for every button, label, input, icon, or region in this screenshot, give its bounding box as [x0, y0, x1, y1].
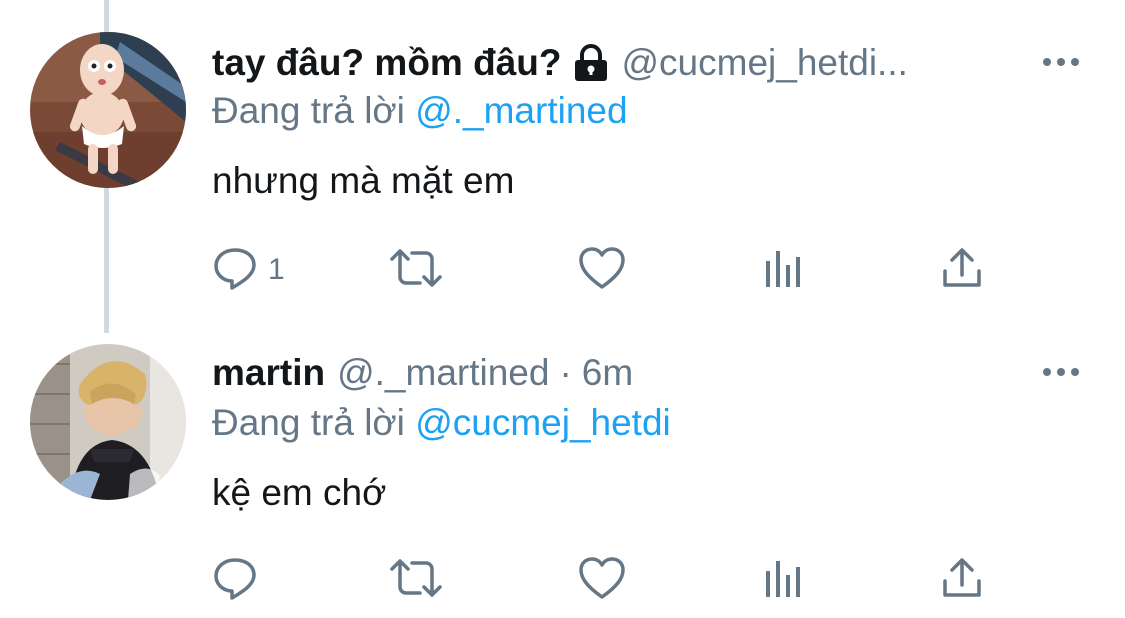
- handle[interactable]: @cucmej_hetdi...: [621, 40, 907, 86]
- retweet-button[interactable]: [388, 246, 444, 294]
- more-options-icon[interactable]: [1041, 52, 1081, 72]
- reply-icon: [212, 245, 258, 296]
- heart-icon: [578, 245, 626, 296]
- analytics-button[interactable]: [762, 556, 806, 604]
- retweet-icon: [388, 555, 444, 606]
- reply-count: 1: [268, 253, 285, 286]
- tweet[interactable]: martin @._martined · 6m Đang trả lời @cu…: [0, 320, 1125, 618]
- replying-to-link[interactable]: @._martined: [415, 90, 627, 131]
- display-name[interactable]: martin: [212, 350, 325, 396]
- heart-icon: [578, 555, 626, 606]
- tweet[interactable]: tay đâu? mồm đâu? @cucmej_hetdi... Đang …: [0, 0, 1125, 320]
- reply-icon: [212, 555, 258, 606]
- lock-icon: [571, 44, 611, 82]
- tweet-actions: [212, 556, 1025, 604]
- reply-button[interactable]: 1: [212, 246, 285, 294]
- tweet-text: nhưng mà mặt em: [212, 160, 515, 201]
- analytics-button[interactable]: [762, 246, 806, 294]
- like-button[interactable]: [578, 246, 626, 294]
- tweet-header: martin @._martined · 6m: [212, 350, 1065, 396]
- tweet-header: tay đâu? mồm đâu? @cucmej_hetdi...: [212, 40, 1065, 86]
- replying-to-label: Đang trả lời: [212, 90, 405, 131]
- share-icon: [940, 245, 984, 296]
- share-button[interactable]: [940, 556, 984, 604]
- retweet-button[interactable]: [388, 556, 444, 604]
- tweet-text: kệ em chớ: [212, 472, 387, 513]
- handle[interactable]: @._martined: [337, 350, 549, 396]
- avatar[interactable]: [30, 32, 186, 188]
- replying-to-label: Đang trả lời: [212, 402, 405, 443]
- more-options-icon[interactable]: [1041, 362, 1081, 382]
- timestamp[interactable]: 6m: [582, 350, 633, 396]
- display-name[interactable]: tay đâu? mồm đâu?: [212, 40, 561, 86]
- avatar[interactable]: [30, 344, 186, 500]
- share-icon: [940, 555, 984, 606]
- replying-to: Đang trả lời @cucmej_hetdi: [212, 400, 671, 446]
- like-button[interactable]: [578, 556, 626, 604]
- analytics-icon: [762, 245, 806, 296]
- analytics-icon: [762, 555, 806, 606]
- share-button[interactable]: [940, 246, 984, 294]
- replying-to-link[interactable]: @cucmej_hetdi: [415, 402, 671, 443]
- tweet-actions: 1: [212, 246, 1025, 294]
- replying-to: Đang trả lời @._martined: [212, 88, 628, 134]
- separator-dot: ·: [559, 352, 572, 393]
- reply-button[interactable]: [212, 556, 268, 604]
- retweet-icon: [388, 245, 444, 296]
